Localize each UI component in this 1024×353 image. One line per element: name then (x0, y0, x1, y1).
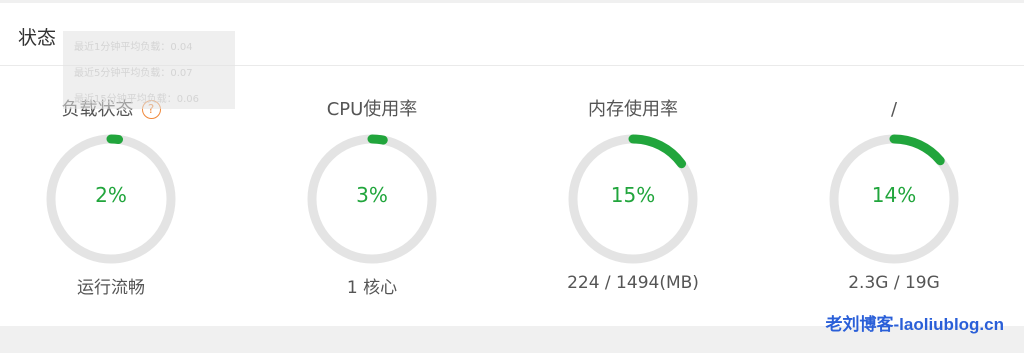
gauge-card-cpu[interactable]: CPU使用率 3% 1 核心 (282, 97, 462, 317)
gauge-card-memory[interactable]: 内存使用率 15% 224 / 1494(MB) (543, 97, 723, 317)
gauge-title: 内存使用率 (588, 99, 678, 120)
tooltip-line: 最近5分钟平均负载：0.07 (74, 68, 193, 79)
gauge-progress-arc (628, 134, 687, 169)
gauge-subtitle: 224 / 1494(MB) (567, 273, 699, 293)
load-tooltip: 最近1分钟平均负载：0.04 最近5分钟平均负载：0.07 最近15分钟平均负载… (63, 31, 235, 109)
gauge-card-disk[interactable]: / 14% 2.3G / 19G (804, 97, 984, 317)
status-panel: 状态 负载状态? 2% 运行流畅 CPU使用率 3% 1 核心 内存使用率 15… (0, 3, 1024, 326)
gauge-value: 15% (610, 183, 656, 207)
gauge-progress-arc (367, 134, 388, 145)
gauge-title: / (890, 99, 898, 120)
gauge-subtitle: 运行流畅 (77, 278, 145, 298)
gauge-title: CPU使用率 (326, 99, 418, 120)
watermark: 老刘博客-laoliublog.cn (825, 315, 1005, 334)
gauge-card-load[interactable]: 负载状态? 2% 运行流畅 (21, 97, 201, 317)
panel-title: 状态 (18, 27, 57, 49)
tooltip-line: 最近1分钟平均负载：0.04 (74, 42, 193, 53)
gauge-subtitle: 2.3G / 19G (848, 273, 940, 293)
gauge-value: 2% (95, 183, 127, 207)
gauge-progress-arc (889, 134, 945, 166)
gauge-value: 14% (871, 183, 917, 207)
gauge-value: 3% (356, 183, 388, 207)
tooltip-line: 最近15分钟平均负载：0.06 (74, 94, 199, 105)
gauge-subtitle: 1 核心 (346, 278, 398, 298)
